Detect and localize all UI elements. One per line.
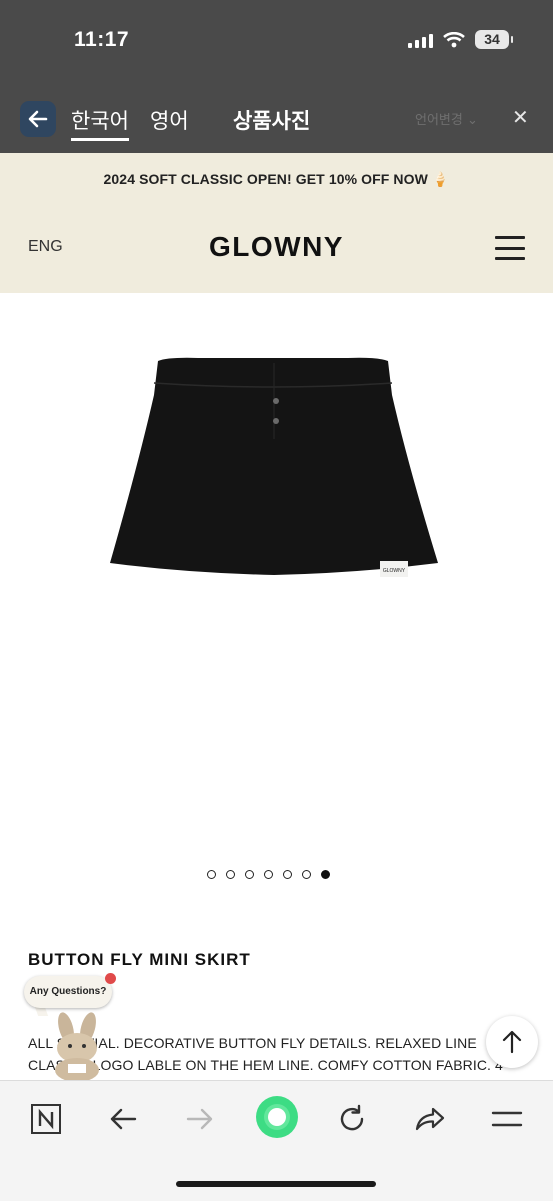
scroll-top-button[interactable] xyxy=(486,1016,538,1068)
wifi-icon xyxy=(443,31,465,47)
share-button[interactable] xyxy=(410,1101,450,1137)
site-header: ENG GLOWNY xyxy=(0,205,553,293)
reload-icon xyxy=(340,1104,364,1131)
translate-title: 상품사진 xyxy=(233,109,311,133)
status-icons: 34 xyxy=(408,30,513,49)
reload-button[interactable] xyxy=(332,1101,372,1137)
battery-indicator: 34 xyxy=(475,30,513,49)
carousel-dot[interactable] xyxy=(302,870,311,879)
hamburger-icon xyxy=(491,1111,523,1127)
share-icon xyxy=(415,1107,445,1131)
carousel-dot[interactable] xyxy=(264,870,273,879)
carousel-dot[interactable] xyxy=(321,870,330,879)
naver-n-button[interactable] xyxy=(26,1101,66,1137)
status-time: 11:17 xyxy=(74,28,130,51)
forward-nav-button[interactable] xyxy=(180,1101,220,1137)
signal-icon xyxy=(408,32,433,48)
product-title: BUTTON FLY MINI SKIRT xyxy=(28,950,251,969)
notification-dot xyxy=(105,973,116,984)
site-logo[interactable]: GLOWNY xyxy=(0,231,553,263)
translate-bar: 한국어 영어 상품사진 언어변경 ⌄ ✕ xyxy=(0,95,553,143)
arrow-up-icon xyxy=(502,1030,522,1054)
home-circle-icon xyxy=(256,1096,298,1138)
back-arrow-icon xyxy=(28,110,48,128)
menu-icon[interactable] xyxy=(495,236,525,260)
back-icon xyxy=(110,1108,137,1130)
forward-icon xyxy=(186,1108,213,1130)
promo-banner[interactable]: 2024 SOFT CLASSIC OPEN! GET 10% OFF NOW … xyxy=(0,153,553,205)
home-button[interactable] xyxy=(255,1095,299,1139)
carousel-dot[interactable] xyxy=(207,870,216,879)
top-bar: 11:17 34 한국어 영어 상품사진 언어변경 ⌄ ✕ xyxy=(0,0,553,153)
bunny-mascot-icon[interactable] xyxy=(44,1010,110,1082)
back-nav-button[interactable] xyxy=(103,1101,143,1137)
product-image[interactable]: GLOWNY xyxy=(108,355,440,587)
tab-korean[interactable]: 한국어 xyxy=(71,105,129,141)
naver-n-icon xyxy=(31,1104,61,1134)
carousel-dot[interactable] xyxy=(226,870,235,879)
product-label-text: GLOWNY xyxy=(383,568,406,574)
close-icon[interactable]: ✕ xyxy=(512,105,529,130)
language-change-button[interactable]: 언어변경 ⌄ xyxy=(415,109,478,128)
carousel-dot[interactable] xyxy=(283,870,292,879)
carousel-dots xyxy=(207,870,330,879)
tab-english[interactable]: 영어 xyxy=(150,105,189,135)
home-indicator xyxy=(176,1181,376,1187)
carousel-dot[interactable] xyxy=(245,870,254,879)
back-button[interactable] xyxy=(20,101,56,137)
menu-button[interactable] xyxy=(487,1101,527,1137)
chat-widget-bubble[interactable]: Any Questions? xyxy=(24,976,112,1008)
